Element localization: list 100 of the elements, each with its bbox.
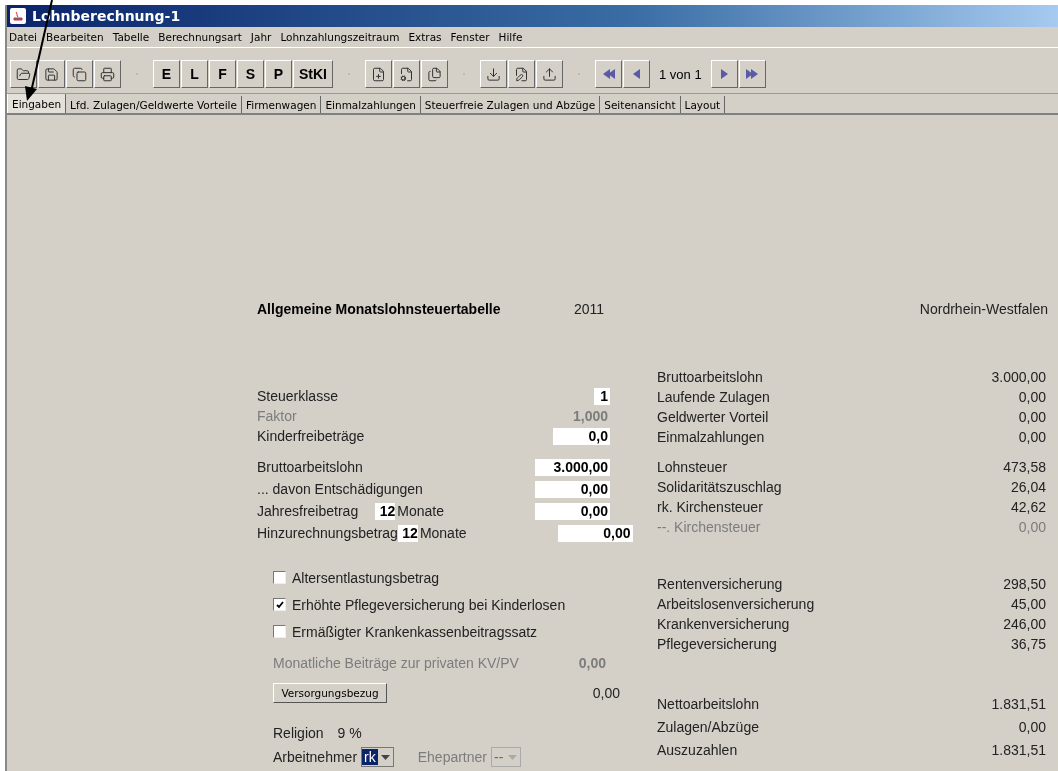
caret-icon (380, 754, 390, 760)
app-icon (10, 8, 26, 24)
next-page-button[interactable] (710, 60, 738, 88)
field-label: Monatliche Beiträge zur privaten KV/PV (272, 655, 519, 671)
year-label: 2011 (574, 301, 606, 317)
caret-icon (508, 754, 518, 760)
result-label: Einmalzahlungen (657, 429, 765, 445)
result-value: 0,00 (1018, 429, 1046, 445)
file-plus-icon (371, 66, 386, 82)
checkbox[interactable] (273, 598, 286, 611)
menu-item[interactable]: Jahr (250, 31, 272, 43)
dropdown-label: Arbeitnehmer (273, 749, 358, 765)
input-field[interactable]: 0,0 (553, 427, 610, 445)
window-title: Lohnberechnung-1 (32, 8, 181, 24)
months-field[interactable]: 12 (397, 524, 418, 542)
result-value: 298,50 (1003, 576, 1046, 592)
upload-button[interactable] (536, 60, 563, 88)
toolbar-button[interactable]: L (181, 60, 208, 88)
result-label: Bruttoarbeitslohn (657, 369, 763, 385)
result-value: 45,00 (1010, 596, 1046, 612)
edit-button[interactable] (508, 60, 535, 88)
result-label: Krankenversicherung (657, 616, 790, 632)
result-value: 1.831,51 (991, 741, 1046, 758)
open-button[interactable] (10, 60, 37, 88)
versorgungsbezug-button[interactable]: Versorgungsbezug (273, 683, 387, 703)
folder-icon (16, 66, 31, 82)
input-field[interactable]: 1 (594, 387, 610, 405)
result-value: 36,75 (1010, 636, 1046, 652)
result-value: 0,00 (1018, 389, 1046, 405)
page-indicator: 1 von 1 (658, 66, 703, 82)
toolbar-button[interactable]: S (237, 60, 264, 88)
previous-page-button[interactable] (623, 60, 650, 88)
result-value: 3.000,00 (991, 369, 1046, 385)
menu-item[interactable]: Bearbeiten (46, 31, 104, 43)
result-value: 0,00 (1018, 519, 1046, 535)
menu-item[interactable]: Extras (408, 31, 442, 43)
save-all-button[interactable] (66, 60, 93, 88)
new-page-button[interactable] (365, 60, 392, 88)
input-field[interactable]: 0,00 (535, 480, 610, 498)
file-pen-icon (514, 66, 529, 82)
result-label: Lohnsteuer (657, 459, 728, 475)
first-page-button[interactable] (595, 60, 622, 88)
result-label: Arbeitslosenversicherung (657, 596, 815, 612)
religion-label: Religion (273, 725, 324, 741)
tab[interactable]: Eingaben (7, 94, 67, 113)
dropdown[interactable]: rk (361, 747, 394, 767)
file-gear-icon (399, 66, 414, 82)
unit-label: Monate (419, 525, 467, 541)
last-page-button[interactable] (738, 60, 766, 88)
months-field[interactable]: 12 (375, 502, 396, 520)
menu-item[interactable]: Hilfe (498, 31, 523, 43)
toolbar-button[interactable]: E (153, 60, 180, 88)
field-label: Steuerklasse (257, 388, 338, 404)
left-triangle-icon (632, 68, 641, 80)
result-value: 246,00 (1003, 616, 1046, 632)
page-settings-button[interactable] (393, 60, 420, 88)
field-label: ... davon Entschädigungen (257, 481, 423, 497)
result-value: 42,62 (1010, 499, 1046, 515)
result-value: 26,04 (1010, 479, 1046, 495)
menu-item[interactable]: Datei (9, 31, 37, 43)
field-label: Faktor (257, 408, 297, 424)
dropdown-label: Ehepartner (417, 749, 487, 765)
menu-item[interactable]: Berechnungsart (158, 31, 242, 43)
result-label: rk. Kirchensteuer (657, 499, 763, 515)
result-label: Nettoarbeitslohn (657, 695, 759, 712)
toolbar-button[interactable]: StKI (293, 60, 333, 88)
toolbar-button[interactable]: P (265, 60, 292, 88)
state-label: Nordrhein-Westfalen (919, 301, 1048, 317)
right-triangle-icon (719, 68, 729, 80)
result-label: Rentenversicherung (657, 576, 783, 592)
result-label: Geldwerter Vorteil (657, 409, 769, 425)
double-right-icon (745, 68, 760, 80)
menu-item[interactable]: Fenster (450, 31, 490, 43)
checkbox-label: Erhöhte Pflegeversicherung bei Kinderlosen (292, 596, 566, 613)
input-field[interactable]: 3.000,00 (535, 458, 610, 476)
field-label: Bruttoarbeitslohn (257, 459, 363, 475)
print-button[interactable] (94, 60, 121, 88)
copy-icon (72, 66, 87, 82)
result-label: --. Kirchensteuer (657, 519, 761, 535)
result-value: 1.831,51 (991, 695, 1046, 712)
value-label: 0,00 (592, 685, 620, 701)
result-label: Pflegeversicherung (657, 636, 777, 652)
files-icon (427, 66, 442, 82)
save-icon (44, 66, 59, 82)
copy-page-button[interactable] (421, 60, 448, 88)
toolbar-button[interactable]: F (209, 60, 236, 88)
download-button[interactable] (480, 60, 507, 88)
input-field[interactable]: 0,00 (557, 524, 633, 542)
input-field[interactable]: 0,00 (535, 502, 610, 520)
save-button[interactable] (38, 60, 65, 88)
result-value: 473,58 (1003, 459, 1046, 475)
result-label: Zulagen/Abzüge (657, 718, 759, 735)
checkbox[interactable] (273, 625, 286, 638)
menu-item[interactable]: Lohnzahlungszeitraum (280, 31, 400, 43)
upload-icon (542, 66, 557, 82)
download-icon (486, 66, 501, 82)
printer-icon (100, 66, 115, 82)
field-label: Hinzurechnungsbetrag (257, 525, 398, 541)
checkbox[interactable] (273, 571, 286, 584)
menu-item[interactable]: Tabelle (112, 31, 150, 43)
